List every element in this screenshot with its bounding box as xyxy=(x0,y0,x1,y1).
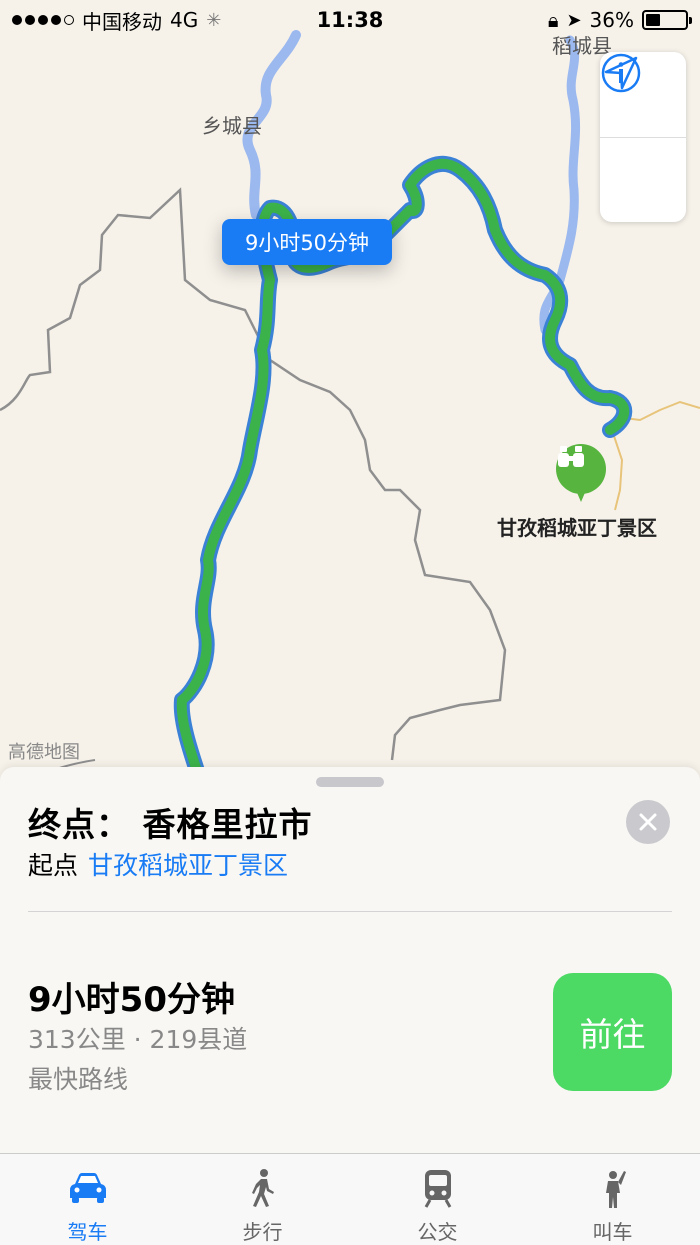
transit-icon xyxy=(424,1170,451,1208)
binoculars-icon xyxy=(558,446,584,467)
tab-transit[interactable]: 公交 xyxy=(350,1154,525,1245)
origin-prefix: 起点 xyxy=(28,851,79,880)
hail-icon xyxy=(605,1171,626,1208)
route-time-bubble[interactable]: 9小时50分钟 xyxy=(222,219,392,265)
origin-row: 起点 甘孜稻城亚丁景区 xyxy=(28,846,288,882)
tab-label: 步行 xyxy=(242,1220,283,1244)
car-icon xyxy=(69,1173,106,1203)
tab-hail[interactable]: 叫车 xyxy=(525,1154,700,1245)
close-button[interactable] xyxy=(626,800,670,844)
carrier-label: 中国移动 xyxy=(82,9,162,34)
tab-label: 公交 xyxy=(417,1220,458,1244)
locate-button[interactable] xyxy=(600,56,686,222)
destination-title: 终点： 香格里拉市 xyxy=(28,805,313,844)
sheet-grabber[interactable] xyxy=(316,777,384,787)
tab-label: 叫车 xyxy=(592,1220,633,1244)
rotation-lock-icon: 🔒︎ xyxy=(547,8,559,32)
poi-pin[interactable] xyxy=(556,444,606,502)
boundary-west xyxy=(0,187,507,761)
tab-drive[interactable]: 驾车 xyxy=(0,1154,175,1245)
map-view[interactable]: 稻城县 乡城县 9小时50分钟 甘孜稻城亚丁景区 高德地图 xyxy=(0,0,700,790)
status-time: 11:38 xyxy=(316,8,384,32)
tab-walk[interactable]: 步行 xyxy=(175,1154,350,1245)
boundary-yellow-2 xyxy=(611,429,624,511)
signal-strength-icon xyxy=(12,15,74,25)
network-label: 4G xyxy=(170,8,199,32)
route-distance: 313公里 · 219县道 xyxy=(28,1025,248,1054)
route-type: 最快路线 xyxy=(28,1065,129,1094)
location-arrow-icon xyxy=(604,56,638,90)
map-place-label: 乡城县 xyxy=(202,114,262,138)
origin-link[interactable]: 甘孜稻城亚丁景区 xyxy=(88,846,288,882)
location-services-icon: ➤ xyxy=(566,9,582,31)
walk-icon xyxy=(251,1169,274,1207)
close-icon xyxy=(639,813,657,831)
map-canvas xyxy=(0,30,700,790)
map-watermark: 高德地图 xyxy=(8,742,80,763)
tab-label: 驾车 xyxy=(67,1220,108,1244)
battery-fill xyxy=(646,14,660,26)
battery-percent: 36% xyxy=(589,8,634,32)
status-bar: 中国移动 4G ✳ 11:38 🔒︎ ➤ 36% xyxy=(0,0,700,40)
battery-icon xyxy=(642,10,692,30)
poi-label[interactable]: 甘孜稻城亚丁景区 xyxy=(497,512,657,541)
route-duration: 9小时50分钟 xyxy=(28,980,235,1020)
card-divider xyxy=(28,911,672,912)
tab-bar: 驾车 步行 公交 叫车 xyxy=(0,1153,700,1245)
go-button[interactable]: 前往 xyxy=(553,973,672,1091)
activity-spinner-icon: ✳ xyxy=(206,9,222,31)
map-controls xyxy=(600,52,686,222)
